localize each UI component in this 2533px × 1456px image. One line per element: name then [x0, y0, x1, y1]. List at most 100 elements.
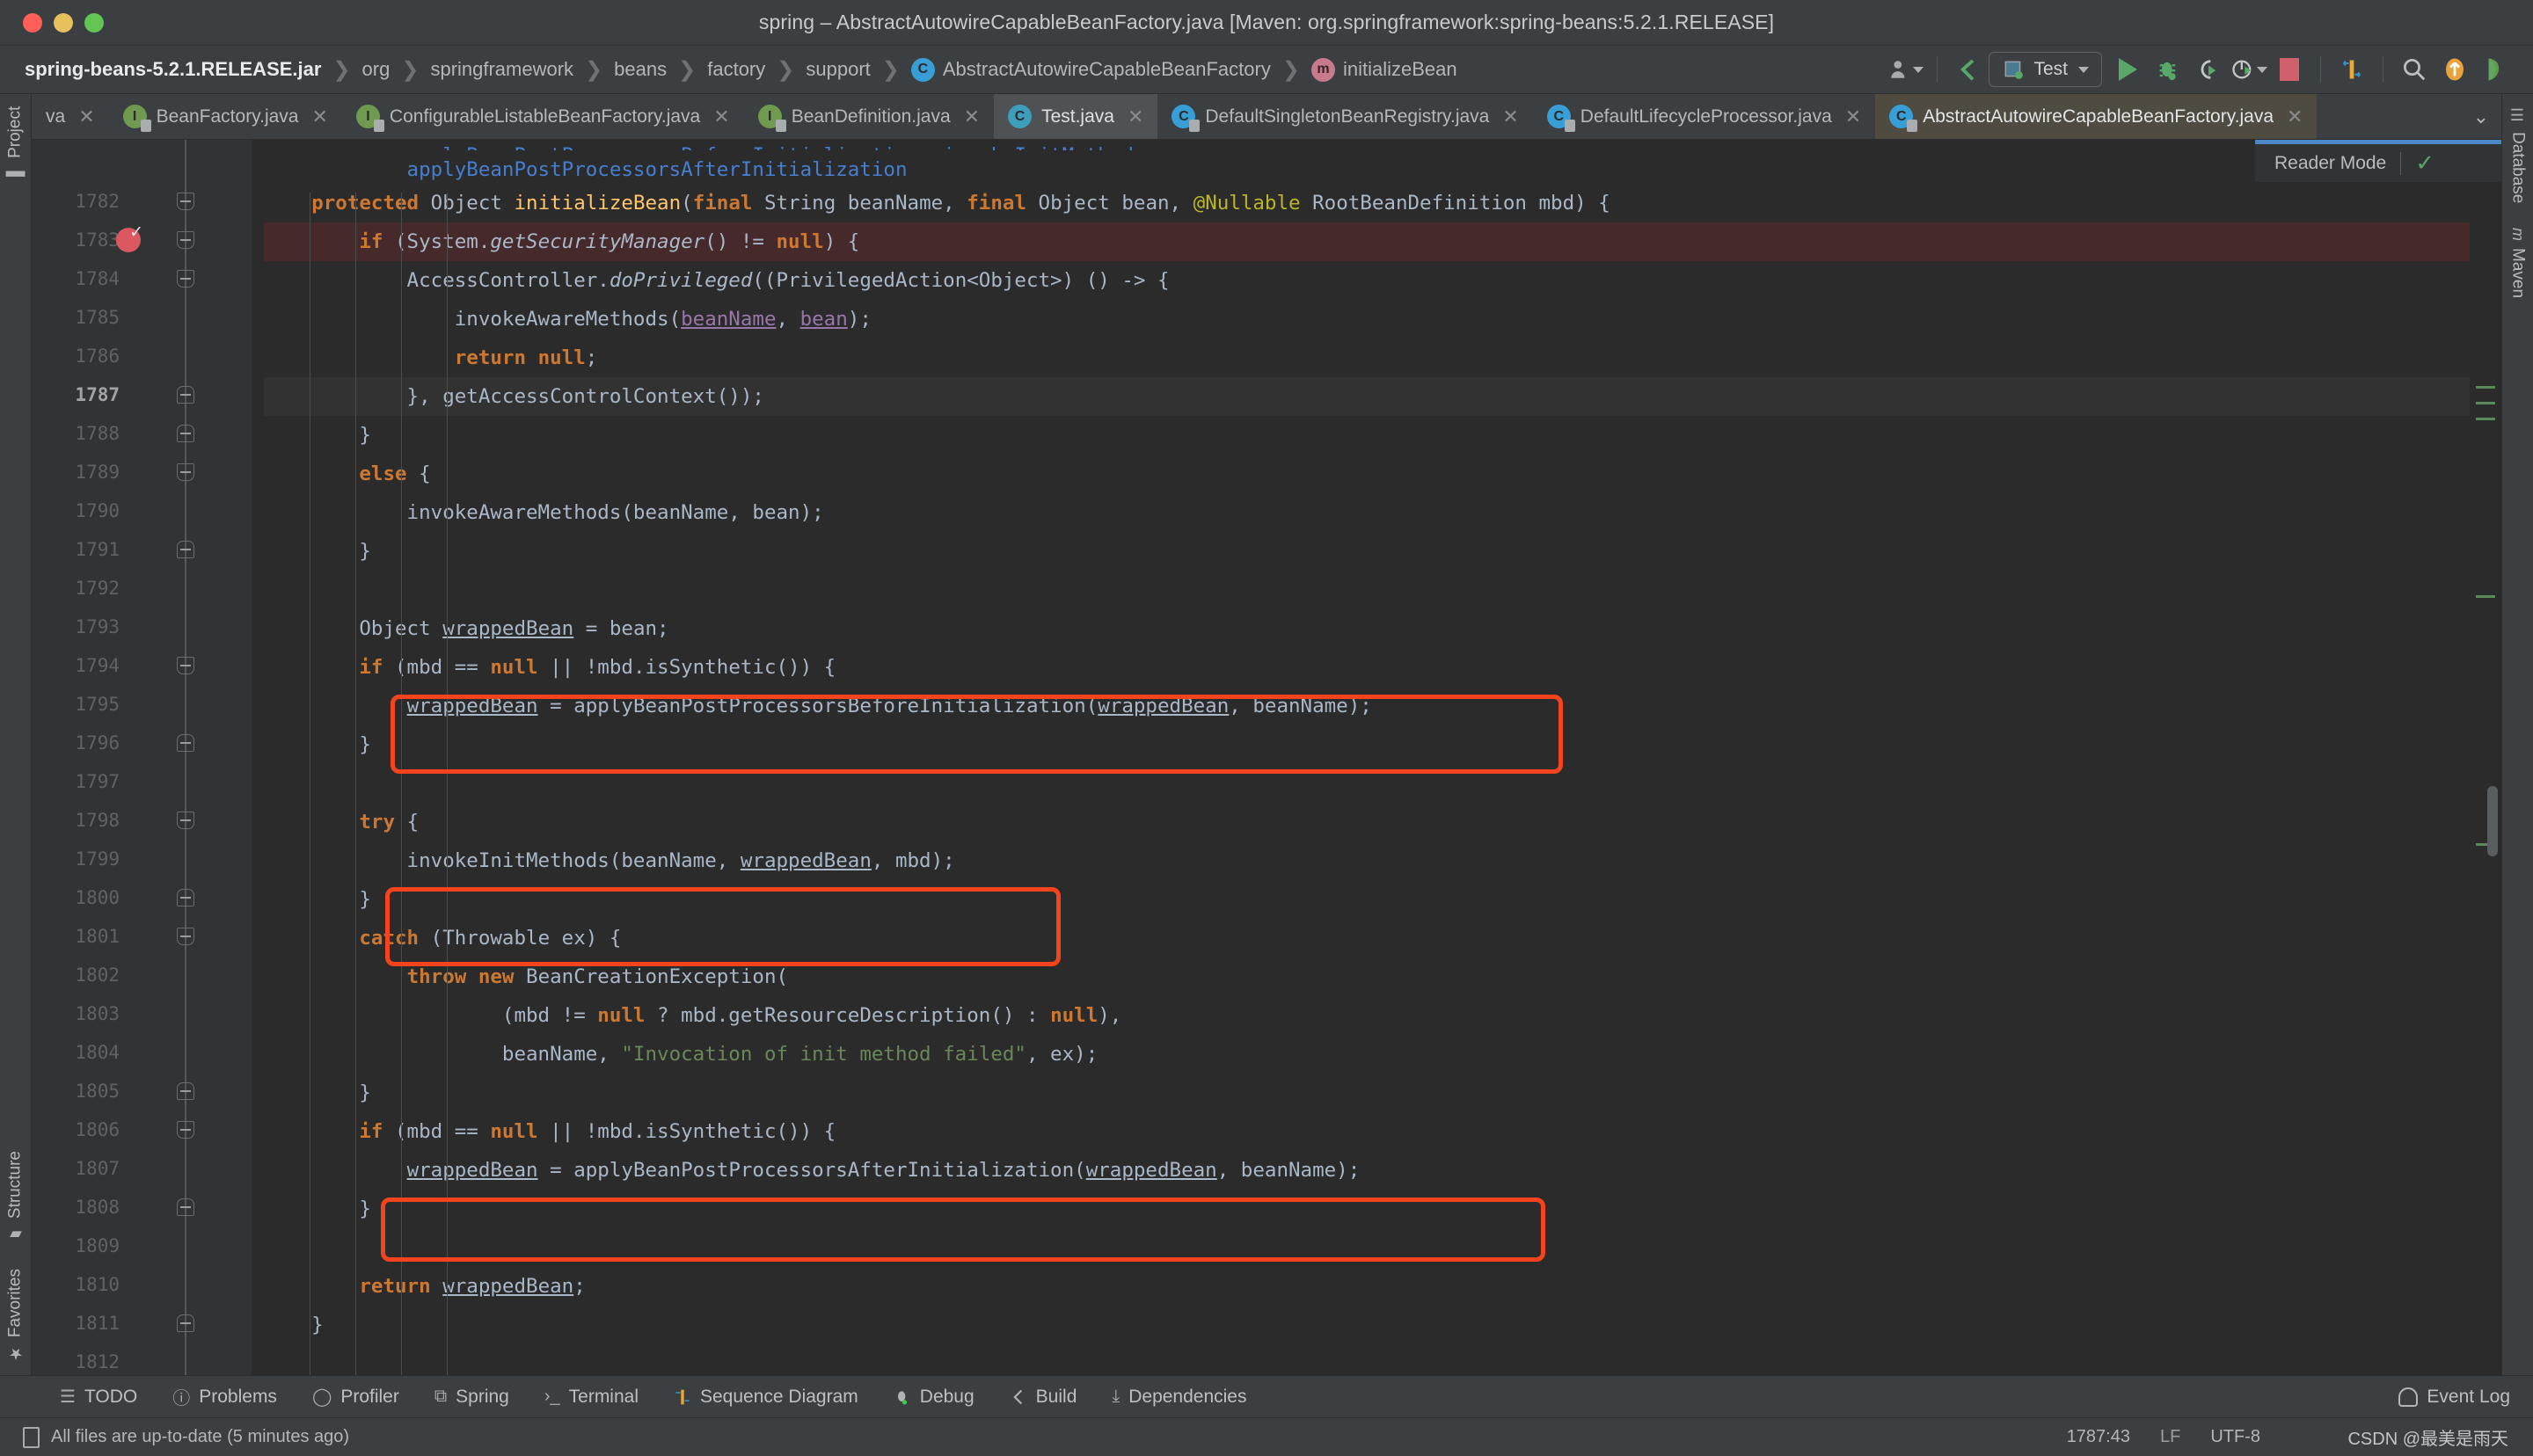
- gutter-line[interactable]: 1804: [32, 1033, 252, 1072]
- code-line[interactable]: return null;: [264, 339, 2470, 377]
- code-line[interactable]: }: [264, 725, 2470, 764]
- gutter-line[interactable]: 1808: [32, 1188, 252, 1227]
- status-message-area[interactable]: All files are up-to-date (5 minutes ago): [23, 1426, 349, 1448]
- tool-window-terminal[interactable]: ›_ Terminal: [527, 1387, 656, 1408]
- editor-tab-clipped[interactable]: va ✕: [32, 94, 109, 139]
- code-line[interactable]: wrappedBean = applyBeanPostProcessorsBef…: [264, 687, 2470, 725]
- code-editor[interactable]: 1782 1783 1784 1785 1786 1787 1788 1789 1790 1791…: [32, 140, 2501, 1375]
- editor-tab-abstractautowirecapablebeanfactory[interactable]: C AbstractAutowireCapableBeanFactory.jav…: [1875, 94, 2318, 139]
- close-icon[interactable]: ✕: [1128, 106, 1143, 128]
- breadcrumb-item-method[interactable]: m initializeBean: [1308, 57, 1461, 82]
- gutter-line[interactable]: 1807: [32, 1149, 252, 1188]
- code-line[interactable]: catch (Throwable ex) {: [264, 919, 2470, 957]
- code-line[interactable]: if (mbd == null || !mbd.isSynthetic()) {: [264, 1112, 2470, 1151]
- code-line[interactable]: if (mbd == null || !mbd.isSynthetic()) {: [264, 648, 2470, 687]
- code-line[interactable]: [264, 1344, 2470, 1375]
- event-log-button[interactable]: Event Log: [2398, 1387, 2533, 1408]
- breadcrumb-item-class[interactable]: C AbstractAutowireCapableBeanFactory: [908, 57, 1274, 82]
- code-fold-toggle[interactable]: [177, 1198, 194, 1216]
- breadcrumb-item-org[interactable]: org: [359, 58, 394, 81]
- run-with-coverage-icon[interactable]: [2188, 52, 2229, 87]
- breadcrumb-item-factory[interactable]: factory: [704, 58, 769, 81]
- code-line[interactable]: return wrappedBean;: [264, 1267, 2470, 1306]
- run-configuration-selector[interactable]: Test: [1989, 52, 2102, 87]
- maximize-window-button[interactable]: [84, 12, 104, 33]
- inspection-ok-icon[interactable]: ✓: [2415, 149, 2434, 177]
- gutter-line[interactable]: 1794: [32, 646, 252, 685]
- gutter-line[interactable]: 1801: [32, 917, 252, 956]
- gutter-line[interactable]: 1795: [32, 685, 252, 724]
- stop-icon[interactable]: [2269, 52, 2310, 87]
- gutter-line[interactable]: 1792: [32, 569, 252, 608]
- code-fold-toggle[interactable]: [177, 463, 194, 481]
- code-line[interactable]: beanName, "Invocation of init method fai…: [264, 1035, 2470, 1074]
- code-fold-toggle[interactable]: [177, 1314, 194, 1332]
- gutter-line[interactable]: 1784: [32, 259, 252, 298]
- tool-window-spring[interactable]: ⧉ Spring: [417, 1387, 527, 1408]
- code-line[interactable]: Object wrappedBean = bean;: [264, 609, 2470, 648]
- editor-scrollbar-thumb[interactable]: [2487, 786, 2498, 856]
- code-line[interactable]: wrappedBean = applyBeanPostProcessorsAft…: [264, 1151, 2470, 1190]
- code-line[interactable]: }: [264, 416, 2470, 455]
- code-line[interactable]: try {: [264, 803, 2470, 841]
- code-line[interactable]: }, getAccessControlContext());: [264, 377, 2470, 416]
- gutter-line[interactable]: 1786: [32, 337, 252, 375]
- run-icon[interactable]: [2107, 52, 2148, 87]
- breakpoint-icon[interactable]: [116, 222, 143, 252]
- breadcrumb-item-beans[interactable]: beans: [610, 58, 670, 81]
- code-line[interactable]: invokeAwareMethods(beanName, bean);: [264, 493, 2470, 532]
- gutter-line[interactable]: 1788: [32, 414, 252, 453]
- tool-window-build[interactable]: Build: [992, 1387, 1095, 1408]
- code-line[interactable]: }: [264, 532, 2470, 571]
- code-fold-toggle[interactable]: [177, 541, 194, 558]
- update-project-icon[interactable]: [2434, 52, 2475, 87]
- tool-window-dependencies[interactable]: ⤓ Dependencies: [1094, 1387, 1264, 1408]
- editor-error-stripe[interactable]: [2470, 140, 2501, 1375]
- close-window-button[interactable]: [23, 12, 42, 33]
- tool-window-problems[interactable]: ⓘ Problems: [155, 1384, 295, 1409]
- gutter-line[interactable]: 1805: [32, 1072, 252, 1110]
- gutter-line[interactable]: 1798: [32, 801, 252, 840]
- close-icon[interactable]: ✕: [2287, 106, 2303, 128]
- gutter-line[interactable]: 1787: [32, 375, 252, 414]
- gutter-line[interactable]: 1785: [32, 298, 252, 337]
- code-line[interactable]: [264, 571, 2470, 609]
- tool-window-todo[interactable]: ☰ TODO: [42, 1386, 155, 1408]
- editor-gutter[interactable]: 1782 1783 1784 1785 1786 1787 1788 1789 1790 1791…: [32, 140, 252, 1375]
- code-fold-toggle[interactable]: [177, 734, 194, 752]
- close-icon[interactable]: ✕: [1845, 106, 1861, 128]
- close-icon[interactable]: ✕: [964, 106, 980, 128]
- code-line[interactable]: else {: [264, 455, 2470, 493]
- code-fold-toggle[interactable]: [177, 1082, 194, 1100]
- code-content[interactable]: applyBeanPostProcessorsBeforeInitializat…: [252, 140, 2470, 1375]
- gutter-line[interactable]: 1806: [32, 1110, 252, 1149]
- window-controls[interactable]: [0, 12, 104, 33]
- gutter-line[interactable]: 1796: [32, 724, 252, 762]
- profile-icon[interactable]: [2229, 52, 2269, 87]
- sidebar-item-favorites[interactable]: ★ Favorites: [0, 1256, 31, 1375]
- code-line[interactable]: if (System.getSecurityManager() != null)…: [264, 222, 2470, 261]
- editor-tab-test[interactable]: C Test.java ✕: [994, 94, 1158, 139]
- sidebar-item-project[interactable]: ▌ Project: [0, 94, 31, 189]
- ide-theme-icon[interactable]: [2475, 52, 2515, 87]
- breadcrumb-item-springframework[interactable]: springframework: [427, 58, 577, 81]
- code-fold-toggle[interactable]: [177, 1121, 194, 1139]
- search-everywhere-icon[interactable]: [2394, 52, 2434, 87]
- chevron-down-icon[interactable]: ⌄: [2473, 106, 2489, 128]
- code-line[interactable]: invokeAwareMethods(beanName, bean);: [264, 300, 2470, 339]
- updates-arrow-icon[interactable]: [1948, 52, 1989, 87]
- tool-window-profiler[interactable]: ◯ Profiler: [295, 1386, 417, 1408]
- code-line[interactable]: throw new BeanCreationException(: [264, 957, 2470, 996]
- gutter-line[interactable]: 1791: [32, 530, 252, 569]
- caret-position[interactable]: 1787:43: [2067, 1427, 2130, 1447]
- gutter-line[interactable]: 1789: [32, 453, 252, 491]
- code-fold-toggle[interactable]: [177, 231, 194, 249]
- close-icon[interactable]: ✕: [1502, 106, 1518, 128]
- gutter-line[interactable]: 1809: [32, 1227, 252, 1265]
- editor-tabs-overflow[interactable]: ⌄: [2461, 94, 2501, 139]
- gutter-line[interactable]: 1812: [32, 1343, 252, 1375]
- code-line[interactable]: }: [264, 880, 2470, 919]
- sidebar-item-maven[interactable]: m Maven: [2502, 215, 2533, 310]
- minimize-window-button[interactable]: [54, 12, 73, 33]
- code-line[interactable]: }: [264, 1190, 2470, 1228]
